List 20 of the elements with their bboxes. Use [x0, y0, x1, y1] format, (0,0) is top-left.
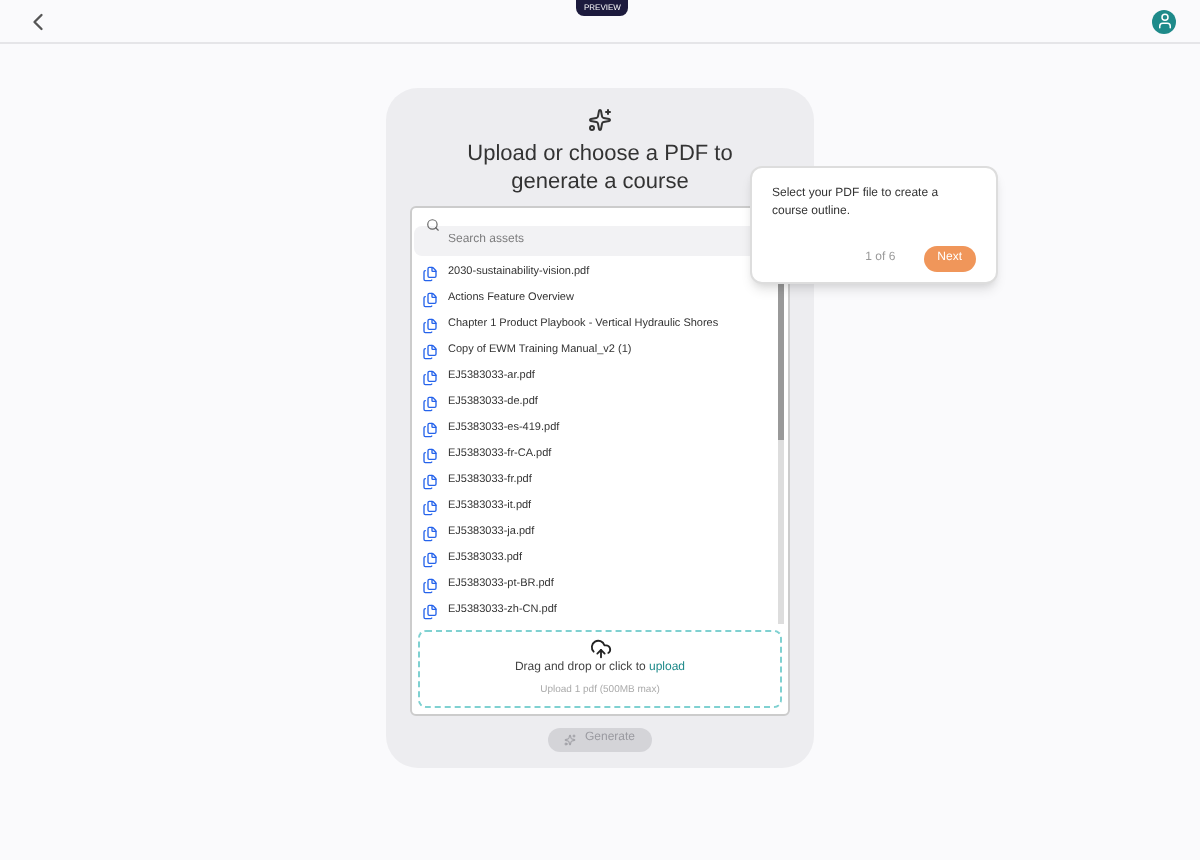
file-icon [422, 473, 438, 489]
file-icon [422, 551, 438, 567]
file-icon [422, 291, 438, 307]
file-icon [422, 395, 438, 411]
sparkle-icon [588, 108, 612, 132]
file-icon [422, 525, 438, 541]
file-icon [422, 603, 438, 619]
file-icon [422, 369, 438, 385]
file-icon [422, 577, 438, 593]
file-icon [422, 343, 438, 359]
file-icon [422, 317, 438, 333]
file-icon [422, 447, 438, 463]
card-title: Upload or choose a PDF to generate a course [465, 140, 735, 196]
file-icon [422, 499, 438, 515]
file-icon [422, 265, 438, 281]
upload-icon [589, 638, 611, 660]
search-icon [426, 218, 440, 232]
avatar-button[interactable] [1152, 9, 1176, 33]
file-icon [422, 421, 438, 437]
sparkle-icon [564, 733, 577, 745]
